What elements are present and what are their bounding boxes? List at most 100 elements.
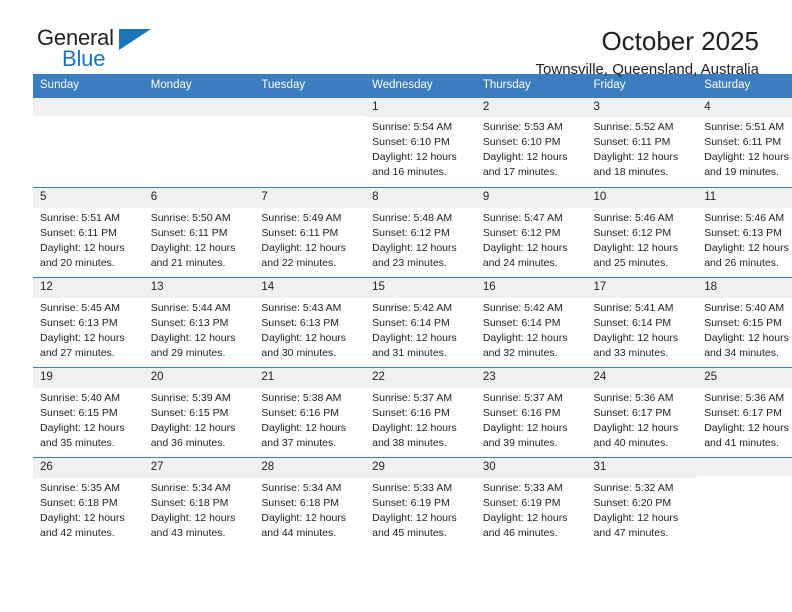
sunrise-text: Sunrise: 5:51 AM <box>40 211 120 224</box>
title-block: October 2025 Townsville, Queensland, Aus… <box>536 26 759 79</box>
day-number: 11 <box>697 188 792 208</box>
calendar-day-cell[interactable]: 2 Sunrise: 5:53 AM Sunset: 6:10 PM Daylight… <box>475 97 587 188</box>
calendar-day-cell[interactable]: 18 Sunrise: 5:40 AM Sunset: 6:15 PM Dayligh… <box>697 277 792 368</box>
daylight-text: Daylight: 12 hours and 25 minutes. <box>593 241 679 269</box>
calendar-day-cell[interactable]: 9 Sunrise: 5:47 AM Sunset: 6:12 PM Daylight… <box>475 187 587 278</box>
day-sun-details: Sunrise: 5:51 AM Sunset: 6:11 PM Daylight:… <box>697 117 792 180</box>
day-number: 22 <box>365 368 476 388</box>
calendar-day-cell[interactable]: 27 Sunrise: 5:34 AM Sunset: 6:18 PM Dayligh… <box>143 457 255 548</box>
sunset-text: Sunset: 6:12 PM <box>593 226 672 239</box>
calendar-day-cell[interactable]: 7 Sunrise: 5:49 AM Sunset: 6:11 PM Daylight… <box>254 187 366 278</box>
day-cell-inner: 21 Sunrise: 5:38 AM Sunset: 6:16 PM Dayligh… <box>254 368 366 457</box>
calendar-day-cell[interactable]: 8 Sunrise: 5:48 AM Sunset: 6:12 PM Daylight… <box>365 187 476 278</box>
day-number: 9 <box>475 188 587 208</box>
day-cell-inner: 16 Sunrise: 5:42 AM Sunset: 6:14 PM Dayligh… <box>475 278 587 367</box>
day-sun-details: Sunrise: 5:47 AM Sunset: 6:12 PM Daylight:… <box>476 208 587 271</box>
day-number: 19 <box>33 368 144 388</box>
day-number: 12 <box>33 278 144 298</box>
sunset-text: Sunset: 6:12 PM <box>482 226 561 239</box>
day-cell-inner: 13 Sunrise: 5:44 AM Sunset: 6:13 PM Dayligh… <box>143 278 255 367</box>
sunrise-text: Sunrise: 5:40 AM <box>40 391 120 404</box>
day-number: 3 <box>586 97 698 118</box>
day-cell-inner <box>33 97 144 188</box>
calendar-day-cell[interactable]: 19 Sunrise: 5:40 AM Sunset: 6:15 PM Dayligh… <box>33 367 144 458</box>
sunrise-text: Sunrise: 5:32 AM <box>593 481 674 494</box>
calendar-day-cell[interactable]: 1 Sunrise: 5:54 AM Sunset: 6:10 PM Daylight… <box>365 97 476 188</box>
day-sun-details: Sunrise: 5:41 AM Sunset: 6:14 PM Daylight:… <box>587 298 698 361</box>
day-number: 21 <box>254 368 366 388</box>
calendar-day-cell[interactable]: 31 Sunrise: 5:32 AM Sunset: 6:20 PM Dayligh… <box>586 457 698 548</box>
calendar-day-cell[interactable]: 25 Sunrise: 5:36 AM Sunset: 6:17 PM Dayligh… <box>697 367 792 458</box>
general-blue-logo[interactable]: General Blue <box>33 27 158 75</box>
sunset-text: Sunset: 6:14 PM <box>482 316 561 329</box>
calendar-day-cell[interactable]: 16 Sunrise: 5:42 AM Sunset: 6:14 PM Dayligh… <box>475 277 587 368</box>
daylight-text: Daylight: 12 hours and 32 minutes. <box>482 331 568 359</box>
calendar-day-cell[interactable]: 14 Sunrise: 5:43 AM Sunset: 6:13 PM Dayligh… <box>254 277 366 368</box>
day-sun-details: Sunrise: 5:48 AM Sunset: 6:12 PM Daylight:… <box>365 208 476 271</box>
calendar-week-row: 5 Sunrise: 5:51 AM Sunset: 6:11 PM Daylight… <box>33 187 792 278</box>
day-sun-details: Sunrise: 5:38 AM Sunset: 6:16 PM Daylight:… <box>254 388 365 451</box>
day-sun-details: Sunrise: 5:35 AM Sunset: 6:18 PM Daylight:… <box>33 478 144 541</box>
day-number: 4 <box>697 97 792 118</box>
calendar-day-cell[interactable]: 15 Sunrise: 5:42 AM Sunset: 6:14 PM Dayligh… <box>365 277 476 368</box>
day-cell-inner: 26 Sunrise: 5:35 AM Sunset: 6:18 PM Dayligh… <box>33 458 144 548</box>
day-number: 25 <box>697 368 792 388</box>
calendar-day-cell[interactable]: 10 Sunrise: 5:46 AM Sunset: 6:12 PM Dayligh… <box>586 187 698 278</box>
day-cell-inner: 15 Sunrise: 5:42 AM Sunset: 6:14 PM Dayligh… <box>365 278 476 367</box>
day-number: 15 <box>365 278 476 298</box>
calendar-day-cell[interactable]: 30 Sunrise: 5:33 AM Sunset: 6:19 PM Dayligh… <box>475 457 587 548</box>
calendar-day-cell-empty <box>697 457 792 548</box>
calendar-day-cell[interactable]: 5 Sunrise: 5:51 AM Sunset: 6:11 PM Daylight… <box>33 187 144 278</box>
day-cell-inner: 10 Sunrise: 5:46 AM Sunset: 6:12 PM Dayligh… <box>586 188 698 277</box>
day-cell-inner: 27 Sunrise: 5:34 AM Sunset: 6:18 PM Dayligh… <box>143 458 255 548</box>
daylight-text: Daylight: 12 hours and 35 minutes. <box>40 421 125 449</box>
sunset-text: Sunset: 6:11 PM <box>704 136 782 149</box>
page-header: General Blue October 2025 Townsville, Qu… <box>33 0 759 77</box>
calendar-day-cell[interactable]: 13 Sunrise: 5:44 AM Sunset: 6:13 PM Dayligh… <box>143 277 255 368</box>
sunset-text: Sunset: 6:10 PM <box>372 136 450 149</box>
calendar-day-cell[interactable]: 23 Sunrise: 5:37 AM Sunset: 6:16 PM Dayligh… <box>475 367 587 458</box>
day-sun-details: Sunrise: 5:50 AM Sunset: 6:11 PM Daylight:… <box>144 208 255 271</box>
daylight-text: Daylight: 12 hours and 18 minutes. <box>593 151 679 178</box>
calendar-day-cell[interactable]: 24 Sunrise: 5:36 AM Sunset: 6:17 PM Dayligh… <box>586 367 698 458</box>
calendar-day-cell[interactable]: 26 Sunrise: 5:35 AM Sunset: 6:18 PM Dayligh… <box>33 457 144 548</box>
calendar-day-cell[interactable]: 22 Sunrise: 5:37 AM Sunset: 6:16 PM Dayligh… <box>365 367 476 458</box>
calendar-day-cell[interactable]: 17 Sunrise: 5:41 AM Sunset: 6:14 PM Dayligh… <box>586 277 698 368</box>
calendar-day-cell[interactable]: 28 Sunrise: 5:34 AM Sunset: 6:18 PM Dayligh… <box>254 457 366 548</box>
day-cell-inner: 29 Sunrise: 5:33 AM Sunset: 6:19 PM Dayligh… <box>365 458 476 548</box>
day-cell-inner: 24 Sunrise: 5:36 AM Sunset: 6:17 PM Dayligh… <box>586 368 698 457</box>
calendar-day-cell[interactable]: 21 Sunrise: 5:38 AM Sunset: 6:16 PM Dayligh… <box>254 367 366 458</box>
sunrise-text: Sunrise: 5:48 AM <box>372 211 453 224</box>
calendar-day-cell[interactable]: 12 Sunrise: 5:45 AM Sunset: 6:13 PM Dayligh… <box>33 277 144 368</box>
day-number: 1 <box>365 97 476 118</box>
day-cell-inner: 9 Sunrise: 5:47 AM Sunset: 6:12 PM Daylight… <box>475 188 587 277</box>
day-number <box>143 97 255 116</box>
daylight-text: Daylight: 12 hours and 45 minutes. <box>372 511 457 539</box>
day-sun-details: Sunrise: 5:51 AM Sunset: 6:11 PM Daylight:… <box>33 208 144 271</box>
calendar-day-cell[interactable]: 29 Sunrise: 5:33 AM Sunset: 6:19 PM Dayligh… <box>365 457 476 548</box>
day-number: 27 <box>143 458 255 478</box>
daylight-text: Daylight: 12 hours and 27 minutes. <box>40 331 125 359</box>
sunrise-text: Sunrise: 5:46 AM <box>593 211 674 224</box>
day-number <box>697 458 792 477</box>
day-cell-inner: 22 Sunrise: 5:37 AM Sunset: 6:16 PM Dayligh… <box>365 368 476 457</box>
sunset-text: Sunset: 6:15 PM <box>40 406 118 419</box>
calendar-day-cell[interactable]: 3 Sunrise: 5:52 AM Sunset: 6:11 PM Daylight… <box>586 97 698 188</box>
daylight-text: Daylight: 12 hours and 40 minutes. <box>593 421 679 449</box>
weekday-header-wednesday: Wednesday <box>365 74 476 98</box>
day-cell-inner: 8 Sunrise: 5:48 AM Sunset: 6:12 PM Daylight… <box>365 188 476 277</box>
sunrise-text: Sunrise: 5:45 AM <box>40 301 120 314</box>
logo-text-blue: Blue <box>62 46 106 71</box>
daylight-text: Daylight: 12 hours and 37 minutes. <box>261 421 347 449</box>
calendar-day-cell[interactable]: 4 Sunrise: 5:51 AM Sunset: 6:11 PM Daylight… <box>697 97 792 188</box>
calendar-day-cell[interactable]: 6 Sunrise: 5:50 AM Sunset: 6:11 PM Daylight… <box>143 187 255 278</box>
calendar-day-cell[interactable]: 20 Sunrise: 5:39 AM Sunset: 6:15 PM Dayligh… <box>143 367 255 458</box>
daylight-text: Daylight: 12 hours and 46 minutes. <box>482 511 568 539</box>
calendar-day-cell[interactable]: 11 Sunrise: 5:46 AM Sunset: 6:13 PM Dayligh… <box>697 187 792 278</box>
calendar-grid: Sunday Monday Tuesday Wednesday Thursday Frid… <box>33 74 792 548</box>
sunset-text: Sunset: 6:18 PM <box>150 496 229 509</box>
sunrise-text: Sunrise: 5:33 AM <box>482 481 563 494</box>
day-number: 14 <box>254 278 366 298</box>
day-cell-inner <box>254 97 366 188</box>
day-number: 18 <box>697 278 792 298</box>
